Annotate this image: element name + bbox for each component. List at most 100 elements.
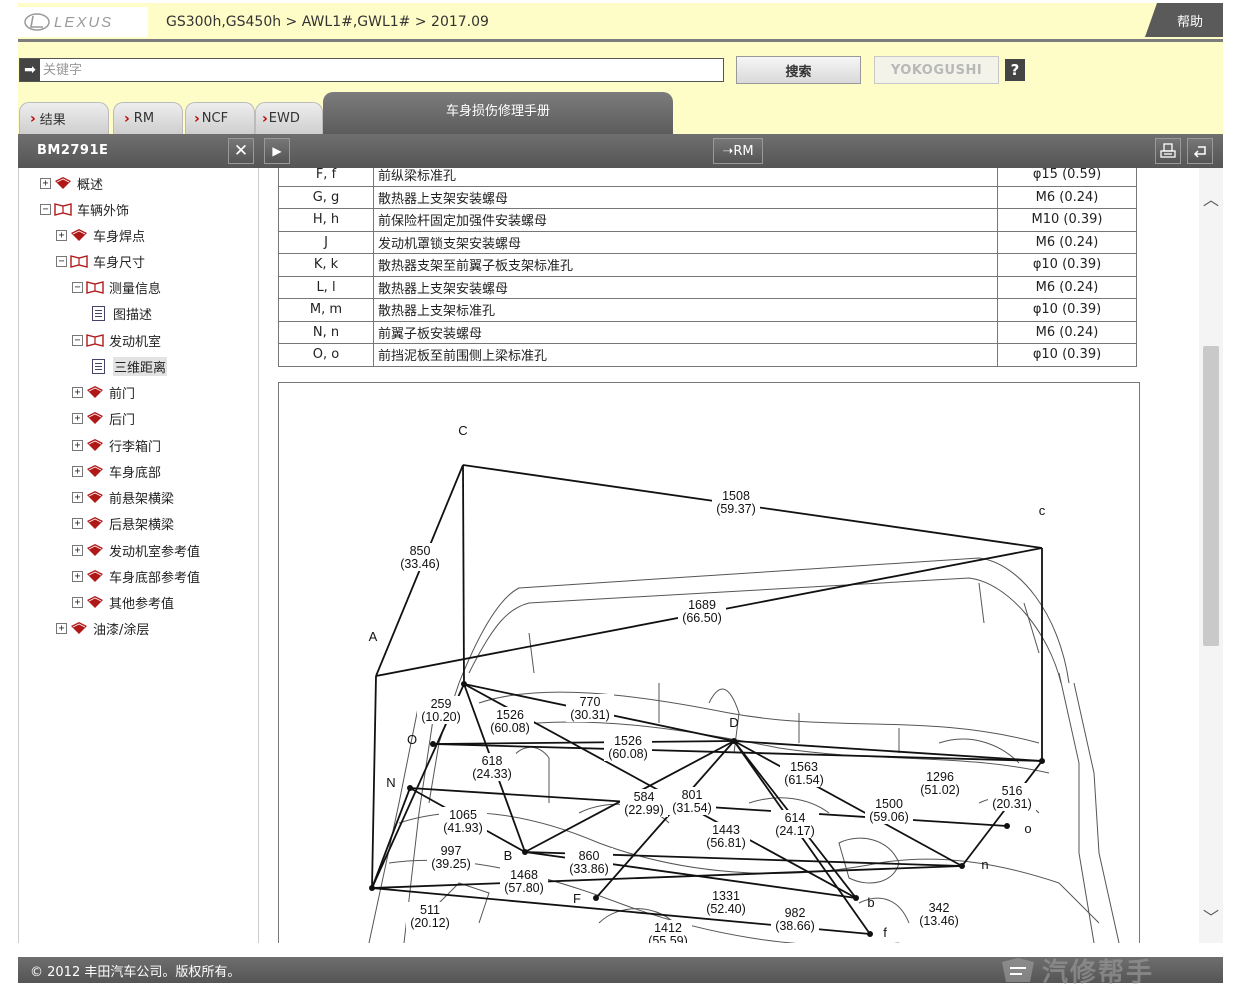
chevron-right-icon: › xyxy=(30,110,36,127)
tree-node-front-suspension-member[interactable]: + 前悬架横梁 xyxy=(72,487,174,507)
tab-body-repair-manual[interactable]: 车身损伤修理手册 xyxy=(323,92,673,134)
expand-toggle-icon[interactable]: + xyxy=(40,177,51,189)
dimension-inch: (59.06) xyxy=(869,810,909,824)
tab-results[interactable]: › 结果 xyxy=(19,102,109,134)
tree-node-engine-compartment[interactable]: − 发动机室 xyxy=(72,330,161,350)
book-open-icon xyxy=(54,203,72,216)
close-button[interactable]: ✕ xyxy=(228,138,254,164)
expand-toggle-icon[interactable]: + xyxy=(72,491,83,503)
search-input[interactable] xyxy=(40,60,723,80)
dimension-mm: 342 xyxy=(929,901,950,915)
vertical-scrollbar[interactable]: ︿ ﹀ xyxy=(1199,168,1223,943)
expand-toggle-icon[interactable]: + xyxy=(72,386,83,398)
dimension-inch: (66.50) xyxy=(682,611,722,625)
description-cell: 散热器上支架安装螺母 xyxy=(373,185,998,209)
chevron-up-icon[interactable]: ︿ xyxy=(1201,186,1221,209)
tree-node-rear-suspension-member[interactable]: + 后悬架横梁 xyxy=(72,513,174,533)
tree-node-underbody-ref-values[interactable]: + 车身底部参考值 xyxy=(72,566,200,586)
chevron-down-icon[interactable]: ﹀ xyxy=(1201,904,1221,927)
expand-toggle-icon[interactable]: + xyxy=(56,229,67,241)
tree-node-rear-door[interactable]: + 后门 xyxy=(72,408,135,428)
tree-node-body-dimensions[interactable]: − 车身尺寸 xyxy=(56,251,145,271)
dimension-inch: (33.86) xyxy=(569,862,609,876)
search-button[interactable]: 搜索 xyxy=(736,56,861,84)
tree-node-label: 车辆外饰 xyxy=(77,203,130,219)
collapse-toggle-icon[interactable]: − xyxy=(40,203,51,215)
question-icon[interactable]: ? xyxy=(1005,59,1025,81)
dimension-mm: 516 xyxy=(1002,784,1023,798)
reference-point xyxy=(1039,758,1045,764)
tree-node-measurement-info[interactable]: − 测量信息 xyxy=(72,277,161,297)
book-closed-icon xyxy=(71,229,87,241)
reference-point xyxy=(1004,823,1010,829)
dimension-inch: (24.33) xyxy=(472,767,512,781)
point-label: N xyxy=(386,775,395,790)
expand-toggle-icon[interactable]: + xyxy=(72,596,83,608)
tree-node-figure-description[interactable]: 图描述 xyxy=(90,303,152,323)
collapse-toggle-icon[interactable]: − xyxy=(56,255,67,267)
reference-point xyxy=(430,741,436,747)
back-button[interactable] xyxy=(1187,138,1213,164)
description-cell: 前挡泥板至前围侧上梁标准孔 xyxy=(373,343,998,367)
reference-point xyxy=(959,863,965,869)
book-closed-icon xyxy=(87,517,103,529)
help-button[interactable]: 帮助 xyxy=(1145,3,1223,37)
lexus-emblem-icon xyxy=(24,13,50,31)
dimension-mm: 860 xyxy=(579,849,600,863)
dimension-mm: 1526 xyxy=(496,708,524,722)
tree-node-trunk-lid[interactable]: + 行李箱门 xyxy=(72,435,161,455)
tab-rm[interactable]: › RM xyxy=(113,102,183,134)
dimension-mm: 770 xyxy=(580,695,601,709)
tab-ewd[interactable]: › EWD xyxy=(255,102,323,134)
table-row: O, o 前挡泥板至前围侧上梁标准孔 φ10 (0.39) xyxy=(278,343,1137,367)
print-button[interactable] xyxy=(1155,138,1181,164)
expand-toggle-icon[interactable]: + xyxy=(72,439,83,451)
book-open-icon xyxy=(70,255,88,268)
point-label: A xyxy=(369,629,378,644)
expand-toggle-icon[interactable]: + xyxy=(56,622,67,634)
tree-node-underbody[interactable]: + 车身底部 xyxy=(72,461,161,481)
expand-toggle-icon[interactable]: + xyxy=(72,465,83,477)
tab-ncf[interactable]: › NCF xyxy=(185,102,255,134)
tree-node-body-welds[interactable]: + 车身焊点 xyxy=(56,225,145,245)
expand-toggle-icon[interactable]: + xyxy=(72,412,83,424)
tree-node-label: 油漆/涂层 xyxy=(93,622,150,638)
dimension-mm: 1508 xyxy=(722,489,750,503)
dimension-mm: 1468 xyxy=(510,868,538,882)
collapse-toggle-icon[interactable]: − xyxy=(72,334,83,346)
tree-node-3d-distance[interactable]: 三维距离 xyxy=(90,356,168,376)
scrollbar-thumb[interactable] xyxy=(1203,346,1219,646)
tree-node-engine-ref-values[interactable]: + 发动机室参考值 xyxy=(72,540,200,560)
tree-node-vehicle-exterior[interactable]: − 车辆外饰 xyxy=(40,199,129,219)
tree-node-front-door[interactable]: + 前门 xyxy=(72,382,135,402)
tree-node-label: 测量信息 xyxy=(109,281,162,297)
dimension-inch: (33.46) xyxy=(400,557,440,571)
point-label: b xyxy=(867,895,874,910)
expand-toggle-icon[interactable]: + xyxy=(72,517,83,529)
size-cell: M6 (0.24) xyxy=(997,185,1137,209)
tree-node-other-ref-values[interactable]: + 其他参考值 xyxy=(72,592,174,612)
header-bar: LEXUS GS300h,GS450h > AWL1#,GWL1# > 2017… xyxy=(18,3,1223,40)
reference-point xyxy=(407,785,413,791)
collapse-toggle-icon[interactable]: − xyxy=(72,281,83,293)
dimension-line xyxy=(371,675,377,889)
tree-node-label: 发动机室参考值 xyxy=(109,544,201,560)
tree-node-label: 三维距离 xyxy=(113,356,168,376)
document-id: BM2791E xyxy=(37,143,109,158)
expand-button[interactable]: ▶ xyxy=(264,138,290,164)
dimension-mm: 850 xyxy=(410,544,431,558)
lexus-logo: LEXUS xyxy=(18,7,148,37)
size-cell: M6 (0.24) xyxy=(997,275,1137,299)
tree-node-label: 图描述 xyxy=(113,307,153,323)
expand-toggle-icon[interactable]: + xyxy=(72,570,83,582)
rm-link-button[interactable]: ➝RM xyxy=(713,138,763,164)
yokogushi-button[interactable]: YOKOGUSHI xyxy=(874,56,999,84)
tree-node-paint-coating[interactable]: + 油漆/涂层 xyxy=(56,618,149,638)
chevron-right-icon: › xyxy=(262,110,268,127)
tree-node-overview[interactable]: + 概述 xyxy=(40,173,103,193)
dimension-inch: (38.66) xyxy=(775,919,815,933)
dimension-inch: (20.12) xyxy=(410,916,450,930)
expand-toggle-icon[interactable]: + xyxy=(72,544,83,556)
point-label: f xyxy=(883,925,887,940)
dimension-inch: (51.02) xyxy=(920,783,960,797)
